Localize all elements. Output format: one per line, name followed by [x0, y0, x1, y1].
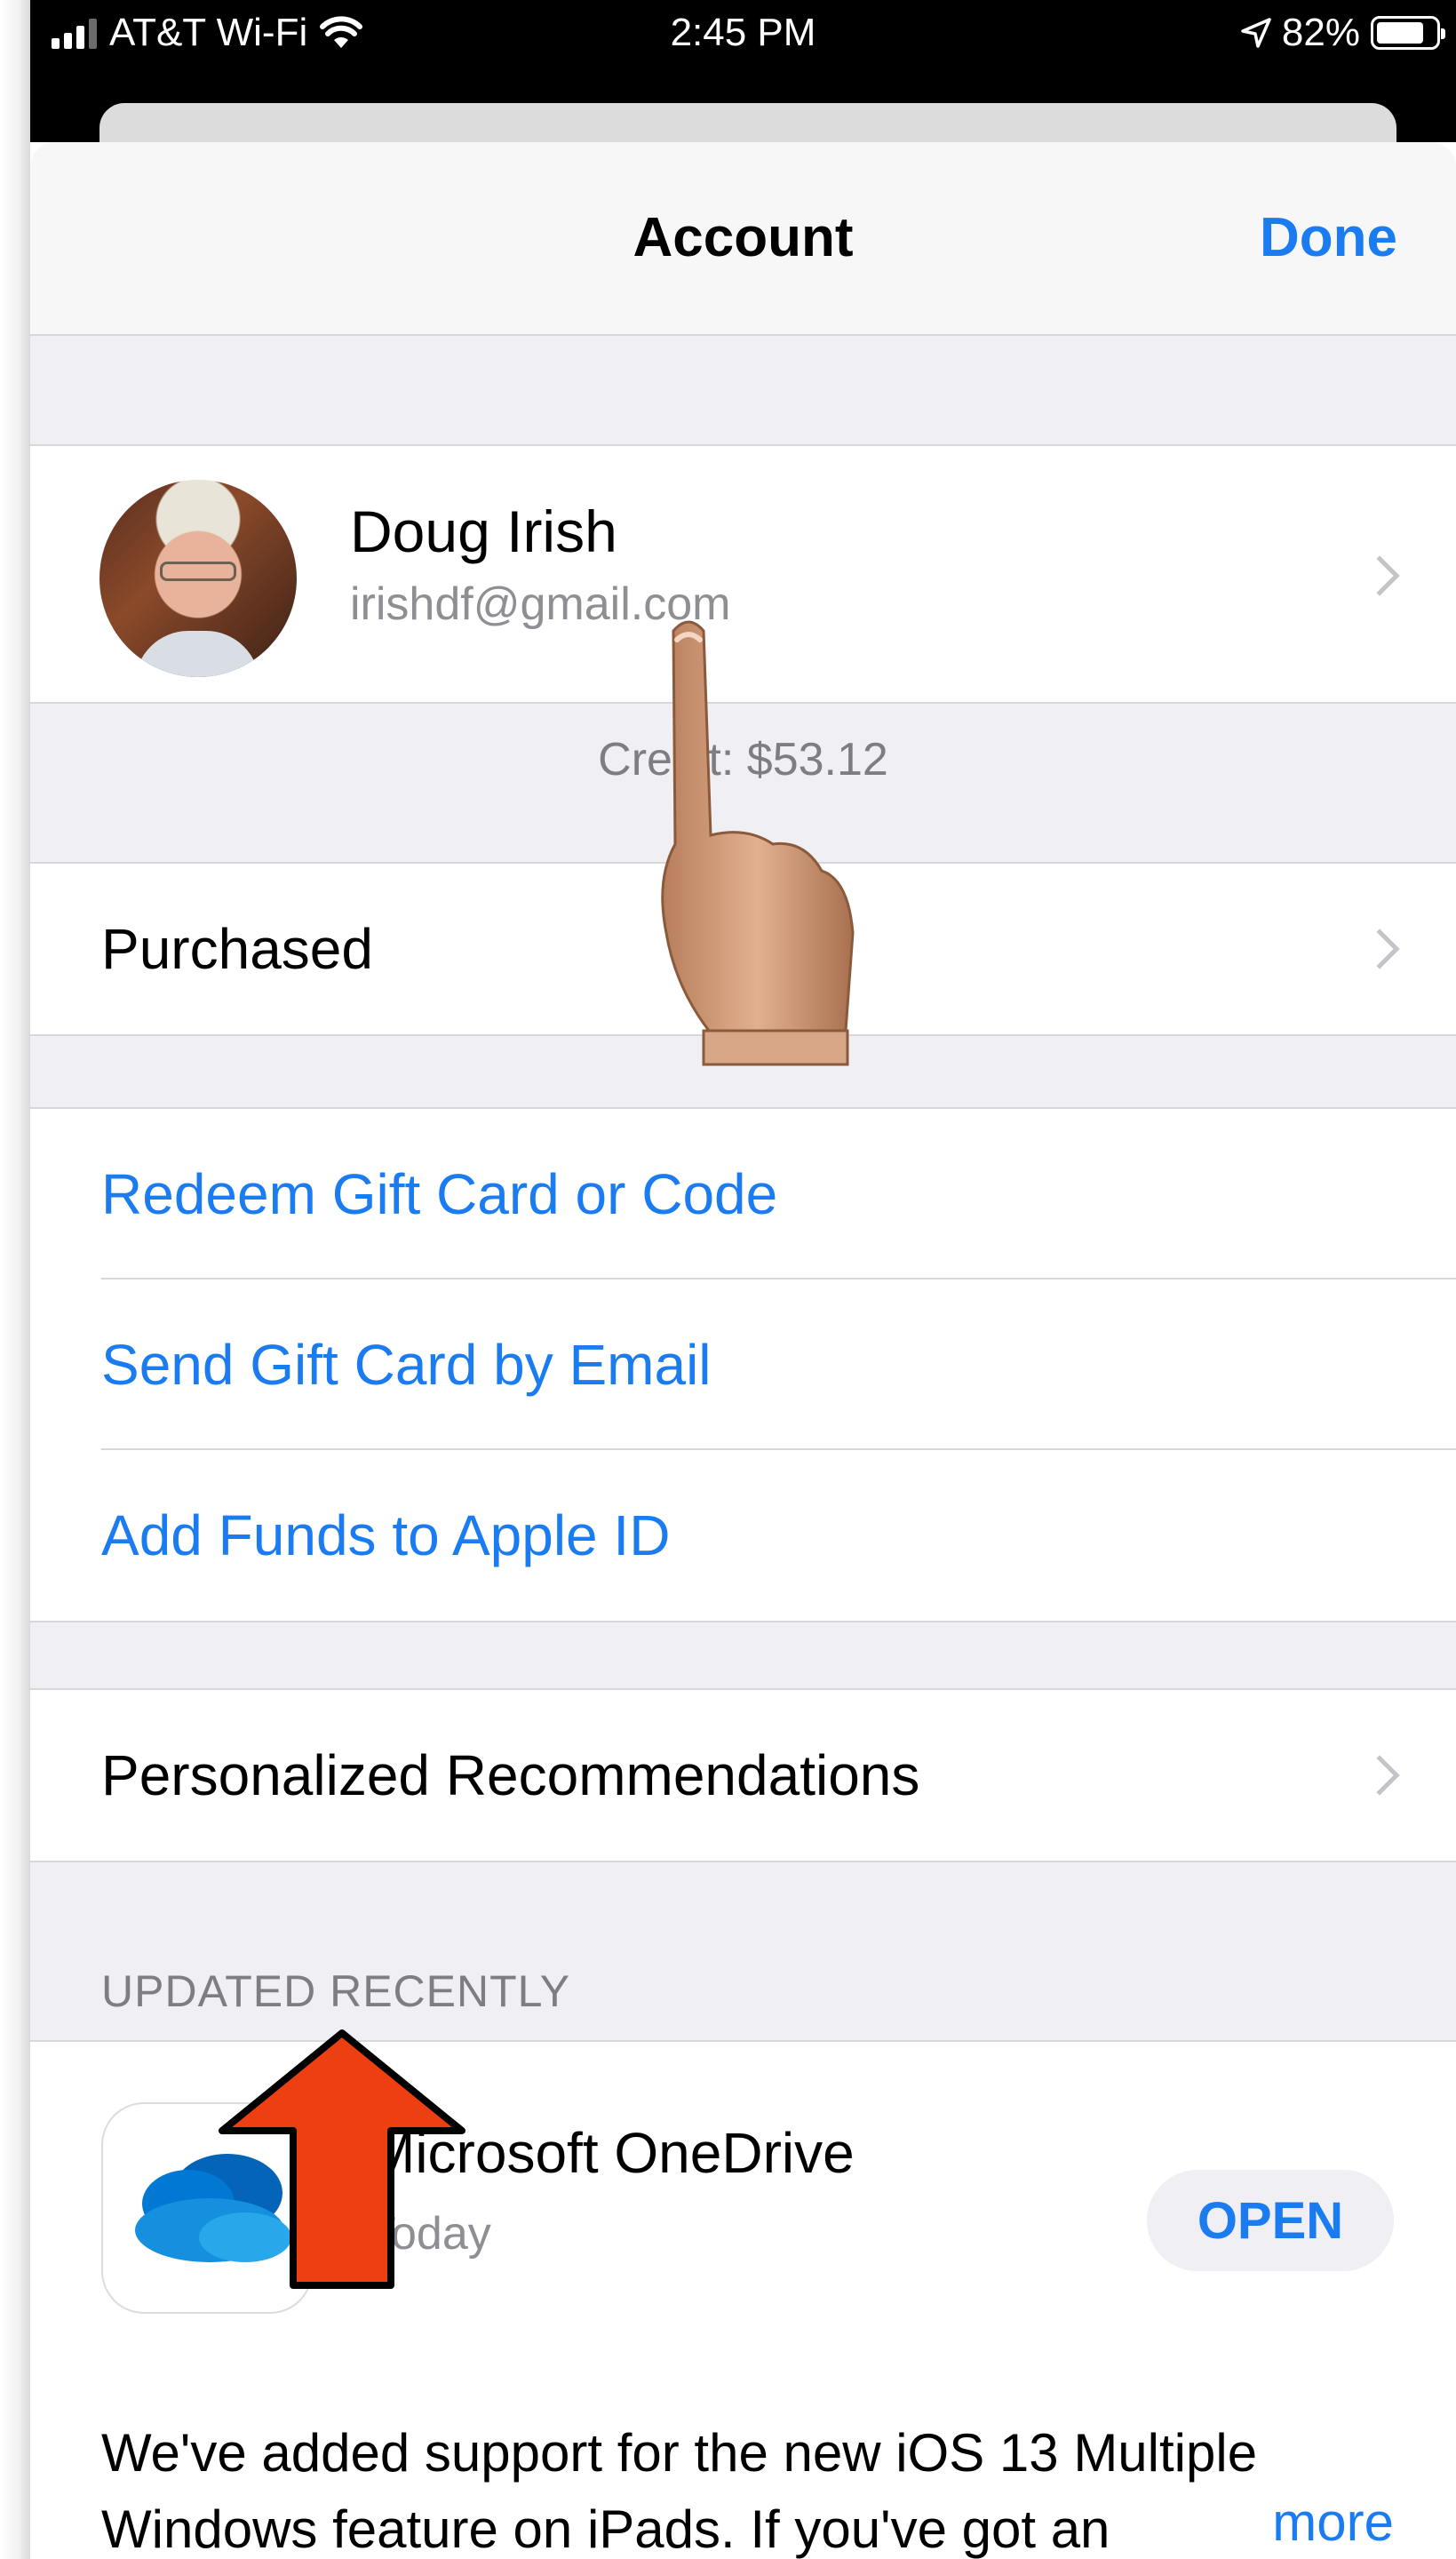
- up-arrow-icon: [219, 2029, 465, 2289]
- purchased-label: Purchased: [101, 917, 373, 981]
- avatar-glasses: [160, 562, 236, 581]
- location-icon: [1241, 18, 1271, 48]
- done-button[interactable]: Done: [1260, 206, 1397, 269]
- section-header-updated-recently: UPDATED RECENTLY: [101, 1966, 571, 2016]
- open-button[interactable]: OPEN: [1147, 2170, 1394, 2271]
- chevron-right-icon: [1359, 555, 1400, 596]
- add-funds-row[interactable]: Add Funds to Apple ID: [30, 1450, 1456, 1621]
- redeem-gift-card-label: Redeem Gift Card or Code: [101, 1162, 778, 1226]
- status-bar: AT&T Wi-Fi 2:45 PM 82%: [30, 0, 1456, 69]
- add-funds-label: Add Funds to Apple ID: [101, 1503, 671, 1567]
- avatar: [99, 480, 297, 677]
- nav-bar: Account Done: [30, 142, 1456, 336]
- redeem-gift-card-row[interactable]: Redeem Gift Card or Code: [30, 1109, 1456, 1280]
- left-edge-shadow: [0, 0, 30, 2559]
- more-link[interactable]: more: [1201, 2491, 1394, 2553]
- send-gift-card-label: Send Gift Card by Email: [101, 1333, 712, 1397]
- personalized-recommendations-row[interactable]: Personalized Recommendations: [30, 1690, 1456, 1861]
- page-title: Account: [633, 207, 854, 268]
- send-gift-card-row[interactable]: Send Gift Card by Email: [30, 1280, 1456, 1450]
- recommendations-group: Personalized Recommendations: [30, 1688, 1456, 1862]
- chevron-right-icon: [1359, 1755, 1400, 1796]
- chevron-right-icon: [1359, 929, 1400, 969]
- battery-percent: 82%: [1281, 11, 1360, 54]
- gift-card-group: Redeem Gift Card or Code Send Gift Card …: [30, 1107, 1456, 1622]
- profile-name: Doug Irish: [350, 498, 617, 564]
- avatar-shirt: [135, 631, 259, 677]
- personalized-recommendations-label: Personalized Recommendations: [101, 1743, 920, 1807]
- battery-icon: [1371, 16, 1445, 50]
- pointing-hand-icon: [661, 620, 855, 1066]
- battery-fill: [1377, 22, 1424, 44]
- status-right: 82%: [1241, 11, 1445, 55]
